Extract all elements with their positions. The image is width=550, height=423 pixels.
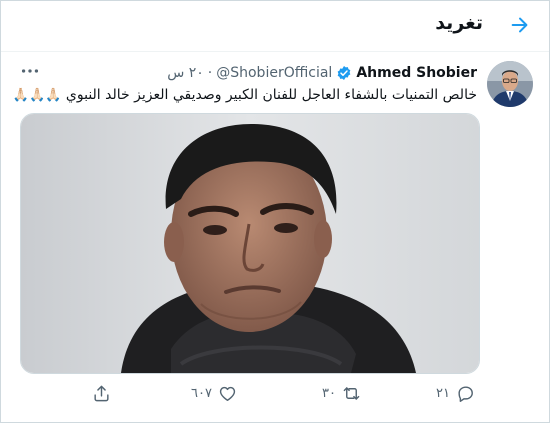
page-title: تغريد	[435, 12, 483, 34]
arrow-right-icon[interactable]	[509, 14, 531, 36]
avatar[interactable]	[487, 61, 533, 107]
tweet-meta: ٢٠ س · @ShobierOfficial Ahmed Shobier	[167, 62, 477, 84]
like-count: ٦٠٧	[191, 385, 212, 401]
retweet-icon	[343, 386, 360, 400]
praying-hands-emoji: 🙏🏻🙏🏻🙏🏻	[12, 88, 62, 103]
author-name[interactable]: Ahmed Shobier	[356, 65, 477, 81]
meta-separator: ·	[207, 65, 213, 81]
heart-icon	[219, 386, 236, 401]
author-handle[interactable]: @ShobierOfficial	[216, 65, 332, 81]
page-header: تغريد	[1, 1, 549, 52]
retweet-button[interactable]: ٣٠	[322, 379, 361, 407]
verified-badge-icon	[336, 65, 352, 81]
retweet-count: ٣٠	[322, 385, 336, 401]
tweet-time[interactable]: ٢٠ س	[167, 65, 204, 81]
tweet-body: خالص التمنيات بالشفاء العاجل للفنان الكب…	[65, 87, 477, 103]
share-button[interactable]	[92, 379, 111, 407]
tweet-page: تغريد ٢٠ س · @ShobierOfficial Ahmed Shob…	[0, 0, 550, 423]
share-icon	[94, 385, 109, 401]
like-button[interactable]: ٦٠٧	[191, 379, 237, 407]
tweet-text: خالص التمنيات بالشفاء العاجل للفنان الكب…	[13, 85, 477, 106]
reply-button[interactable]: ٢١	[436, 379, 475, 407]
tweet-actions: ٢١ ٣٠ ٦٠٧	[1, 379, 549, 407]
reply-icon	[458, 385, 473, 402]
tweet-photo[interactable]	[20, 113, 480, 374]
more-horizontal-icon[interactable]	[19, 60, 41, 82]
reply-count: ٢١	[436, 385, 450, 401]
